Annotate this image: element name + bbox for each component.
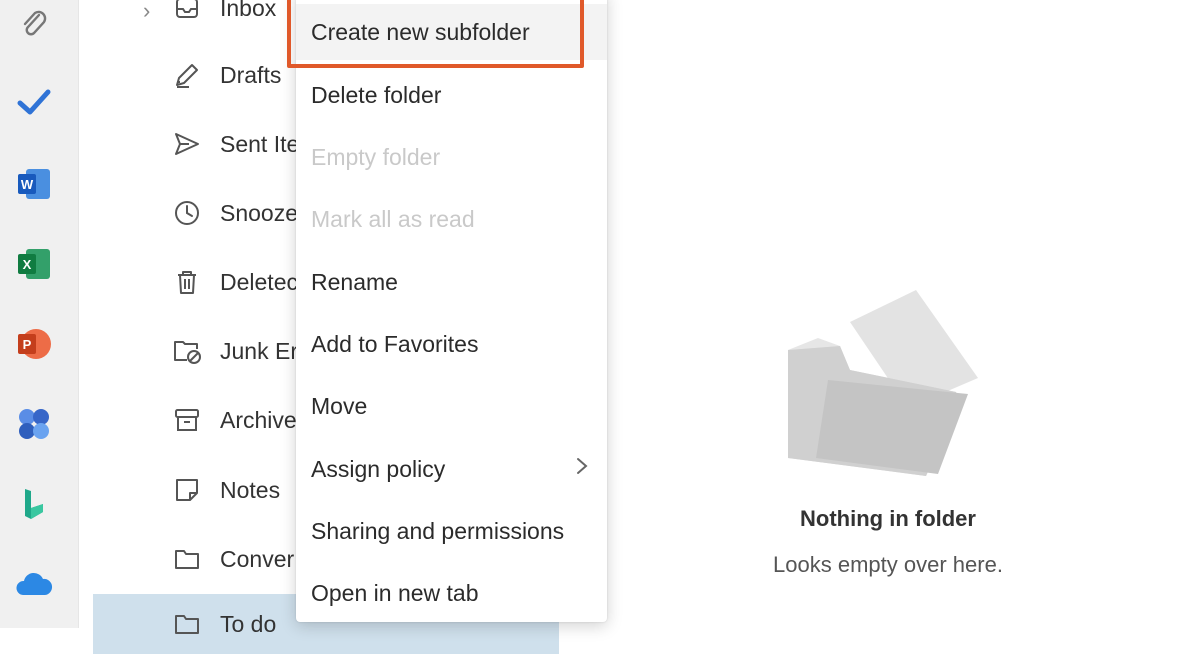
word-icon[interactable]: W (14, 164, 54, 204)
folder-icon (171, 543, 203, 575)
trash-icon (171, 266, 203, 298)
menu-item-mark-all-read: Mark all as read (311, 205, 475, 232)
folder-label: Drafts (220, 61, 282, 88)
sent-icon (171, 128, 203, 160)
svg-text:W: W (21, 177, 34, 192)
empty-state-subtitle: Looks empty over here. (773, 552, 1003, 577)
onedrive-icon[interactable] (14, 564, 54, 604)
folder-label: Notes (220, 476, 281, 503)
menu-item-delete-folder[interactable]: Delete folder (296, 67, 607, 123)
menu-item-create-subfolder[interactable]: Create new subfolder (296, 4, 607, 60)
inbox-icon (171, 0, 203, 24)
excel-icon[interactable]: X (14, 244, 54, 284)
folder-label: Junk Er (220, 337, 298, 364)
menu-item-sharing-permissions[interactable]: Sharing and permissions (296, 503, 607, 559)
menu-item-rename[interactable]: Rename (296, 254, 607, 310)
archive-icon (171, 404, 203, 436)
folder-label: Conver (220, 545, 295, 572)
todo-check-icon[interactable] (14, 82, 54, 122)
app-rail: W X P (0, 0, 79, 628)
menu-item-open-new-tab[interactable]: Open in new tab (296, 565, 607, 621)
svg-text:X: X (23, 257, 32, 272)
folder-label: Inbox (220, 0, 277, 21)
svg-text:P: P (23, 337, 32, 352)
bookings-icon[interactable] (14, 484, 54, 524)
folder-label: Snooze (220, 199, 299, 226)
folder-label: Deletec (220, 268, 298, 295)
empty-folder-illustration (788, 280, 978, 481)
empty-state: Nothing in folder Looks empty over here. (620, 0, 1196, 628)
powerpoint-icon[interactable]: P (14, 324, 54, 364)
chevron-right-icon (575, 456, 589, 482)
drafts-icon (171, 59, 203, 91)
menu-item-move[interactable]: Move (296, 378, 607, 434)
clock-icon (171, 197, 203, 229)
menu-item-add-to-favorites[interactable]: Add to Favorites (296, 316, 607, 372)
attach-icon[interactable] (14, 4, 54, 44)
teams-icon[interactable] (14, 404, 54, 444)
menu-item-assign-policy[interactable]: Assign policy (296, 441, 607, 497)
folder-label: To do (220, 610, 277, 637)
chevron-right-icon[interactable]: › (143, 0, 150, 24)
junk-folder-icon (171, 335, 203, 367)
folder-label: Sent Ite (220, 130, 300, 157)
menu-item-empty-folder: Empty folder (311, 143, 441, 170)
folder-label: Archive (220, 406, 297, 433)
folder-icon (171, 608, 203, 640)
note-icon (171, 474, 203, 506)
empty-state-title: Nothing in folder (800, 506, 976, 531)
folder-context-menu: Create new subfolder Delete folder Empty… (296, 0, 607, 622)
